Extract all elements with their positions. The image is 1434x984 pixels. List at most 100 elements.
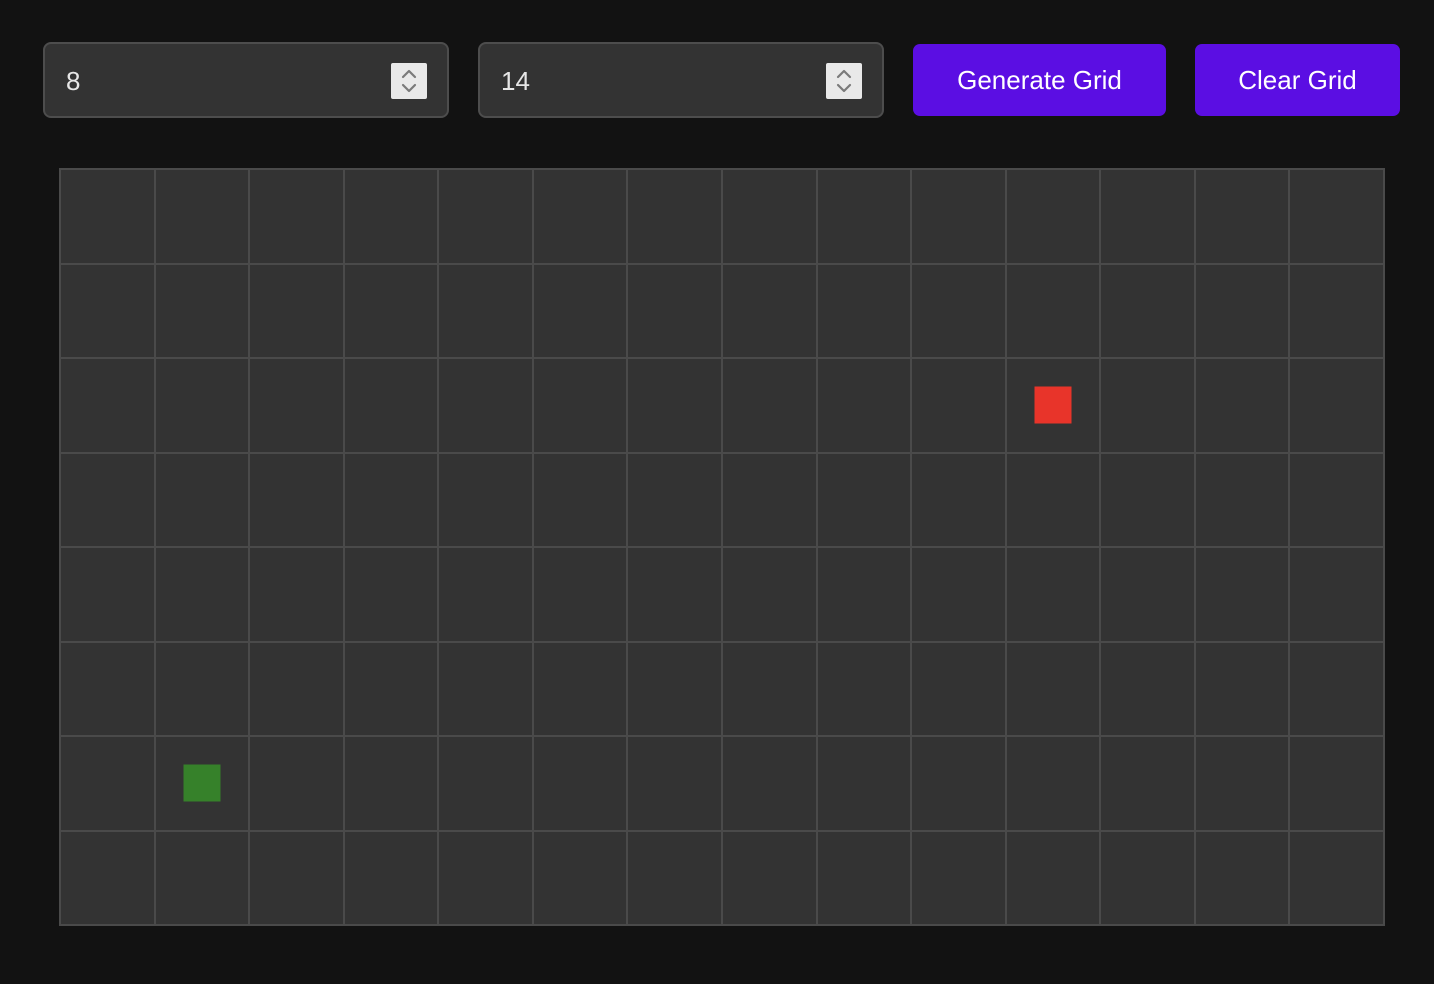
grid-cell[interactable] — [61, 359, 154, 452]
grid-cell[interactable] — [439, 359, 532, 452]
grid-cell[interactable] — [250, 170, 343, 263]
grid-cell[interactable] — [1101, 359, 1194, 452]
grid-cell[interactable] — [250, 359, 343, 452]
end-node[interactable] — [1034, 386, 1072, 424]
grid-cell[interactable] — [912, 737, 1005, 830]
grid-cell[interactable] — [628, 831, 721, 924]
grid-cell[interactable] — [817, 453, 911, 546]
grid-cell[interactable] — [628, 548, 721, 641]
grid-cell[interactable] — [439, 831, 532, 924]
grid-cell[interactable] — [1290, 831, 1383, 924]
grid-cell[interactable] — [1101, 453, 1194, 546]
grid-cell[interactable] — [1006, 642, 1100, 735]
grid-cell[interactable] — [1290, 359, 1383, 452]
grid-cell[interactable] — [1195, 359, 1289, 452]
start-node[interactable] — [183, 764, 221, 802]
grid-cell[interactable] — [61, 170, 154, 263]
grid-cell[interactable] — [722, 737, 816, 830]
grid-cell[interactable] — [1006, 453, 1100, 546]
grid-cell[interactable] — [439, 264, 532, 357]
grid-cell[interactable] — [1101, 642, 1194, 735]
grid-cell[interactable] — [1006, 170, 1100, 263]
grid-cell[interactable] — [1101, 548, 1194, 641]
grid-cell[interactable] — [250, 737, 343, 830]
grid-cell[interactable] — [912, 264, 1005, 357]
grid-cell[interactable] — [628, 453, 721, 546]
grid-cell[interactable] — [722, 359, 816, 452]
grid-cell[interactable] — [1006, 264, 1100, 357]
grid-cell[interactable] — [1101, 170, 1194, 263]
grid-cell[interactable] — [439, 737, 532, 830]
grid-cell[interactable] — [61, 831, 154, 924]
grid-cell[interactable] — [817, 831, 911, 924]
grid-cell[interactable] — [1006, 831, 1100, 924]
grid-cell[interactable] — [155, 359, 249, 452]
rows-stepper[interactable] — [391, 63, 427, 99]
cols-stepper[interactable] — [826, 63, 862, 99]
grid-cell[interactable] — [722, 264, 816, 357]
grid-cell[interactable] — [533, 359, 627, 452]
grid-cell[interactable] — [61, 737, 154, 830]
grid-cell[interactable] — [1290, 548, 1383, 641]
grid-cell[interactable] — [1006, 359, 1100, 452]
grid-cell[interactable] — [912, 548, 1005, 641]
grid-cell[interactable] — [817, 548, 911, 641]
grid-cell[interactable] — [155, 170, 249, 263]
grid-cell[interactable] — [250, 264, 343, 357]
grid-cell[interactable] — [344, 453, 438, 546]
generate-grid-button[interactable]: Generate Grid — [913, 44, 1166, 116]
grid-cell[interactable] — [155, 548, 249, 641]
grid-cell[interactable] — [344, 737, 438, 830]
grid-cell[interactable] — [61, 642, 154, 735]
grid-cell[interactable] — [155, 453, 249, 546]
grid-cell[interactable] — [1290, 453, 1383, 546]
grid-cell[interactable] — [533, 548, 627, 641]
grid-cell[interactable] — [912, 170, 1005, 263]
grid-cell[interactable] — [1006, 737, 1100, 830]
grid-cell[interactable] — [533, 737, 627, 830]
grid-cell[interactable] — [533, 453, 627, 546]
grid-cell[interactable] — [817, 359, 911, 452]
grid-cell[interactable] — [628, 170, 721, 263]
grid-cell[interactable] — [439, 453, 532, 546]
grid-cell[interactable] — [1290, 170, 1383, 263]
grid-cell[interactable] — [1195, 831, 1289, 924]
grid-cell[interactable] — [533, 642, 627, 735]
grid-cell[interactable] — [344, 264, 438, 357]
grid-cell[interactable] — [533, 264, 627, 357]
grid-cell[interactable] — [1195, 737, 1289, 830]
grid-cell[interactable] — [722, 548, 816, 641]
clear-grid-button[interactable]: Clear Grid — [1195, 44, 1400, 116]
rows-input[interactable]: 8 — [43, 42, 449, 118]
grid-cell[interactable] — [439, 548, 532, 641]
grid-cell[interactable] — [344, 548, 438, 641]
grid-cell[interactable] — [155, 264, 249, 357]
grid-cell[interactable] — [1195, 642, 1289, 735]
grid-cell[interactable] — [1195, 548, 1289, 641]
grid-cell[interactable] — [1290, 737, 1383, 830]
grid-cell[interactable] — [250, 831, 343, 924]
grid-cell[interactable] — [344, 831, 438, 924]
grid-cell[interactable] — [628, 264, 721, 357]
grid-cell[interactable] — [722, 170, 816, 263]
grid-cell[interactable] — [61, 264, 154, 357]
grid-cell[interactable] — [912, 642, 1005, 735]
grid-cell[interactable] — [817, 170, 911, 263]
grid-cell[interactable] — [817, 264, 911, 357]
grid-cell[interactable] — [344, 642, 438, 735]
grid-cell[interactable] — [1195, 453, 1289, 546]
cols-input[interactable]: 14 — [478, 42, 884, 118]
grid-cell[interactable] — [1101, 831, 1194, 924]
grid-cell[interactable] — [628, 642, 721, 735]
grid-cell[interactable] — [1195, 264, 1289, 357]
grid-cell[interactable] — [722, 453, 816, 546]
grid-cell[interactable] — [439, 170, 532, 263]
grid-cell[interactable] — [533, 170, 627, 263]
grid-cell[interactable] — [61, 548, 154, 641]
grid-cell[interactable] — [344, 359, 438, 452]
grid-cell[interactable] — [628, 359, 721, 452]
grid-cell[interactable] — [1290, 642, 1383, 735]
grid-cell[interactable] — [155, 737, 249, 830]
grid-cell[interactable] — [61, 453, 154, 546]
grid-cell[interactable] — [722, 831, 816, 924]
